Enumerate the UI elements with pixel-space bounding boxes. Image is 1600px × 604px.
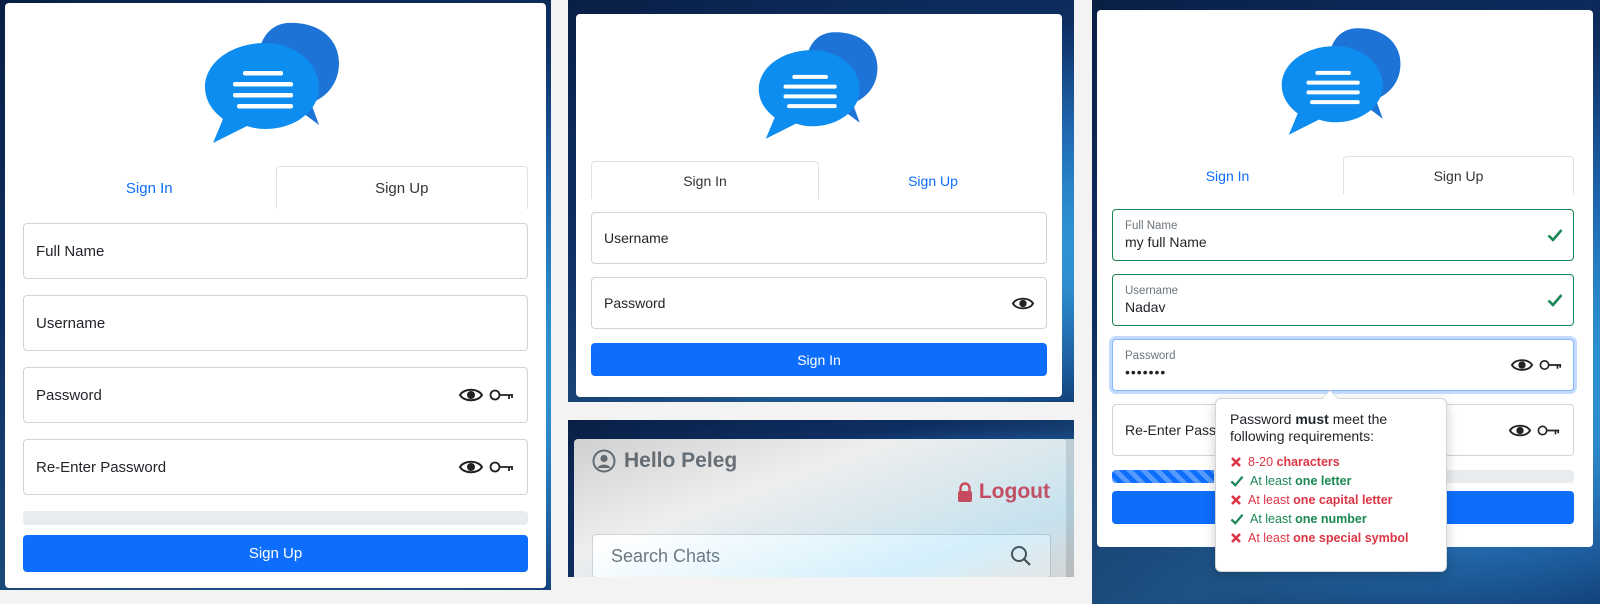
auth-tabs: Sign In Sign Up <box>591 161 1047 199</box>
auth-tabs: Sign In Sign Up <box>1112 156 1574 194</box>
username-placeholder: Username <box>36 314 106 332</box>
show-password-eye-icon[interactable] <box>459 459 483 475</box>
show-password-eye-icon[interactable] <box>1509 423 1531 438</box>
chat-panel: Hello Peleg Logout Search Chats <box>568 420 1074 577</box>
requirement-text: At least one capital letter <box>1248 493 1393 507</box>
password-label: Password <box>1125 350 1176 362</box>
generate-password-key-icon[interactable] <box>489 388 515 402</box>
requirement-item: At least one letter <box>1230 474 1432 488</box>
tab-sign-up[interactable]: Sign Up <box>1343 156 1574 194</box>
requirement-unmet-x-icon <box>1230 532 1242 544</box>
tab-sign-in[interactable]: Sign In <box>591 161 819 199</box>
username-placeholder: Username <box>604 230 669 246</box>
username-input[interactable]: Username Nadav <box>1112 274 1574 326</box>
password-input[interactable]: Password ••••••• <box>1112 339 1574 391</box>
requirement-met-check-icon <box>1230 475 1244 487</box>
validation-panel: Sign In Sign Up Full Name my full Name U… <box>1092 0 1600 604</box>
full-name-value: my full Name <box>1125 234 1207 250</box>
requirement-item: 8-20 characters <box>1230 455 1432 469</box>
requirement-item: At least one number <box>1230 512 1432 526</box>
generate-password-key-icon[interactable] <box>1539 359 1563 372</box>
full-name-placeholder: Full Name <box>36 242 105 260</box>
greeting: Hello Peleg <box>592 449 737 473</box>
generate-password-key-icon[interactable] <box>489 460 515 474</box>
username-value: Nadav <box>1125 299 1166 315</box>
show-password-eye-icon[interactable] <box>459 387 483 403</box>
password-requirements-tooltip: Password must meet the following require… <box>1215 398 1447 572</box>
reenter-password-input[interactable]: Re-Enter Password <box>23 439 528 495</box>
full-name-input[interactable]: Full Name my full Name <box>1112 209 1574 261</box>
requirement-text: 8-20 characters <box>1248 455 1340 469</box>
requirement-unmet-x-icon <box>1230 494 1242 506</box>
signin-card: Sign In Sign Up Username Password Sign I… <box>576 14 1062 397</box>
requirement-text: At least one special symbol <box>1248 531 1409 545</box>
signup-card: Sign In Sign Up Full Name Username Passw… <box>5 3 546 588</box>
password-placeholder: Password <box>36 386 102 404</box>
full-name-input[interactable]: Full Name <box>23 223 528 279</box>
valid-check-icon <box>1547 228 1563 242</box>
username-input[interactable]: Username <box>23 295 528 351</box>
show-password-eye-icon[interactable] <box>1012 296 1034 311</box>
greeting-text: Hello Peleg <box>624 449 738 472</box>
requirement-item: At least one capital letter <box>1230 493 1432 507</box>
username-label: Username <box>1125 285 1179 297</box>
username-input[interactable]: Username <box>591 212 1047 264</box>
sign-in-button[interactable]: Sign In <box>591 343 1047 376</box>
logout-button[interactable]: Logout <box>957 480 1050 504</box>
requirement-text: At least one number <box>1250 512 1367 526</box>
generate-password-key-icon[interactable] <box>1537 424 1561 437</box>
validation-card: Sign In Sign Up Full Name my full Name U… <box>1097 10 1593 572</box>
password-input[interactable]: Password <box>591 277 1047 329</box>
tab-sign-up[interactable]: Sign Up <box>275 166 528 209</box>
requirement-met-check-icon <box>1230 513 1244 525</box>
logout-label: Logout <box>978 480 1050 503</box>
chat-logo-icon <box>757 30 881 142</box>
password-strength-bar <box>23 511 528 525</box>
signup-panel: Sign In Sign Up Full Name Username Passw… <box>0 0 551 590</box>
tab-sign-in[interactable]: Sign In <box>1112 156 1343 194</box>
lock-icon <box>957 481 972 502</box>
tab-sign-in[interactable]: Sign In <box>23 166 276 209</box>
show-password-eye-icon[interactable] <box>1511 358 1533 373</box>
chat-logo-icon <box>1280 26 1404 138</box>
user-circle-icon <box>592 449 616 473</box>
auth-tabs: Sign In Sign Up <box>23 166 528 209</box>
chat-logo-icon <box>203 21 343 146</box>
chat-sidebar: Hello Peleg Logout Search Chats <box>574 439 1068 577</box>
scrollbar[interactable] <box>1066 439 1074 577</box>
password-value: ••••••• <box>1125 364 1167 380</box>
sign-up-button[interactable]: Sign Up <box>23 535 528 572</box>
reenter-password-placeholder: Re-Enter Password <box>36 458 167 476</box>
tab-sign-up[interactable]: Sign Up <box>819 161 1047 199</box>
requirement-unmet-x-icon <box>1230 456 1242 468</box>
requirements-list: 8-20 characters At least one letter At lea… <box>1230 455 1432 545</box>
full-name-label: Full Name <box>1125 220 1178 232</box>
search-chats-placeholder: Search Chats <box>611 545 721 566</box>
password-placeholder: Password <box>604 295 666 311</box>
search-icon[interactable] <box>1010 545 1032 567</box>
password-strength-fill <box>1112 470 1214 483</box>
requirement-item: At least one special symbol <box>1230 531 1432 545</box>
search-chats-input[interactable]: Search Chats <box>592 534 1051 577</box>
requirements-heading: Password must meet the following require… <box>1230 411 1388 444</box>
valid-check-icon <box>1547 293 1563 307</box>
password-input[interactable]: Password <box>23 367 528 423</box>
signin-panel: Sign In Sign Up Username Password Sign I… <box>568 0 1074 402</box>
requirement-text: At least one letter <box>1250 474 1352 488</box>
